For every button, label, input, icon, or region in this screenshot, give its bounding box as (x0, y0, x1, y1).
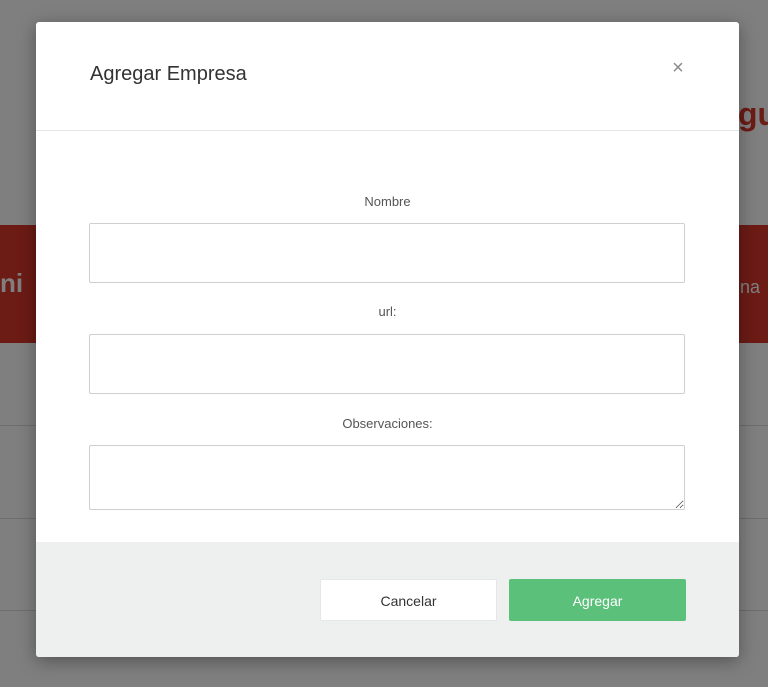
close-icon[interactable]: × (668, 58, 688, 78)
observations-field-label: Observaciones: (342, 416, 433, 431)
modal-title: Agregar Empresa (90, 63, 247, 85)
modal-footer: Cancelar Agregar (36, 542, 739, 657)
cancel-button[interactable]: Cancelar (320, 579, 497, 621)
observations-textarea[interactable] (89, 445, 685, 510)
add-button[interactable]: Agregar (509, 579, 686, 621)
add-company-modal: Agregar Empresa × Nombre url: Observacio… (36, 22, 739, 657)
modal-header: Agregar Empresa × (36, 22, 739, 131)
url-field[interactable] (89, 334, 685, 394)
name-field-label: Nombre (364, 194, 411, 209)
url-field-label: url: (378, 304, 397, 319)
modal-body: Nombre url: Observaciones: (36, 131, 739, 542)
name-field[interactable] (89, 223, 685, 283)
